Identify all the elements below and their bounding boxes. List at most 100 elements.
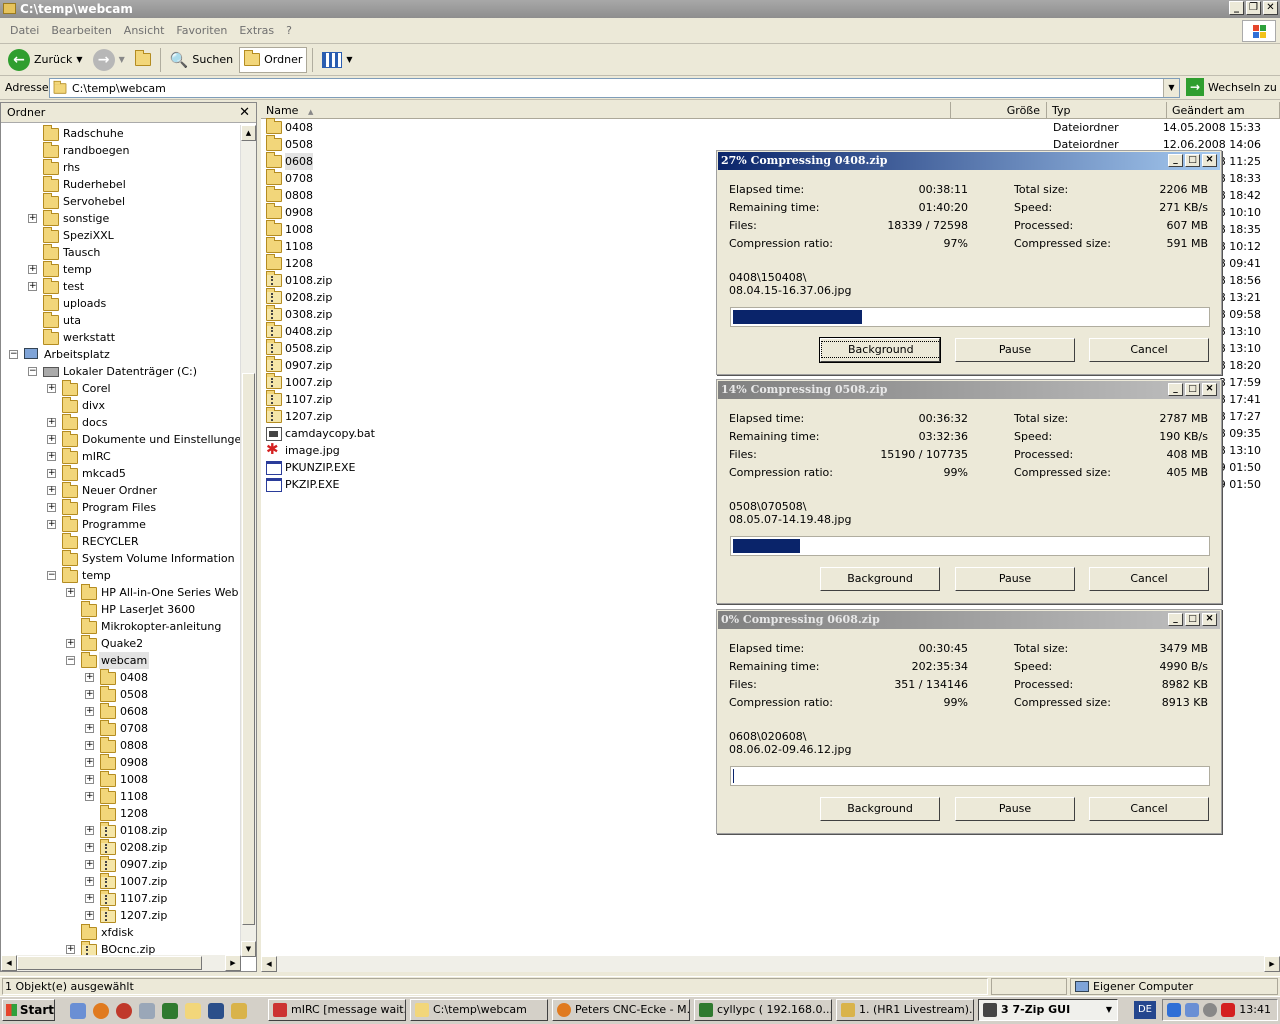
file-row[interactable]: 0408 bbox=[266, 118, 313, 136]
expand-icon[interactable]: + bbox=[85, 724, 94, 733]
tree-item-arbeitsplatz[interactable]: − Arbeitsplatz bbox=[1, 346, 241, 363]
firefox-icon[interactable] bbox=[93, 1003, 109, 1019]
tree-item-tausch[interactable]: Tausch bbox=[1, 244, 241, 261]
tree-item-randboegen[interactable]: randboegen bbox=[1, 142, 241, 159]
chevron-down-icon[interactable]: ▼ bbox=[76, 55, 82, 64]
tree-item-1007-zip[interactable]: +1007.zip bbox=[1, 873, 241, 890]
maximize-button[interactable]: □ bbox=[1185, 154, 1200, 167]
expand-icon[interactable]: + bbox=[28, 282, 37, 291]
expand-icon[interactable]: + bbox=[66, 588, 75, 597]
terminal-icon[interactable] bbox=[162, 1003, 178, 1019]
file-row[interactable]: 1107.zip bbox=[266, 390, 332, 408]
restore-button[interactable]: ❐ bbox=[1246, 1, 1261, 15]
expand-icon[interactable]: + bbox=[28, 214, 37, 223]
menu-datei[interactable]: Datei bbox=[4, 24, 45, 37]
tree-item-uta[interactable]: uta bbox=[1, 312, 241, 329]
tree-item-radschuhe[interactable]: Radschuhe bbox=[1, 125, 241, 142]
tree-item-hp-all-in-one-series-web-rel[interactable]: + HP All-in-One Series Web Rel bbox=[1, 584, 241, 601]
tool-icon[interactable] bbox=[231, 1003, 247, 1019]
pause-button[interactable]: Pause bbox=[955, 338, 1075, 362]
expand-icon[interactable]: + bbox=[47, 503, 56, 512]
maximize-button[interactable]: □ bbox=[1185, 613, 1200, 626]
file-row[interactable]: 0708 bbox=[266, 169, 313, 187]
expand-icon[interactable]: + bbox=[85, 741, 94, 750]
scroll-left-arrow[interactable]: ◀ bbox=[261, 956, 277, 972]
expand-icon[interactable]: + bbox=[47, 520, 56, 529]
file-row[interactable]: 0208.zip bbox=[266, 288, 332, 306]
menu-ansicht[interactable]: Ansicht bbox=[118, 24, 171, 37]
expand-icon[interactable]: + bbox=[47, 452, 56, 461]
desktop-icon[interactable] bbox=[70, 1003, 86, 1019]
file-row[interactable]: 0508 bbox=[266, 135, 313, 153]
tree-item-test[interactable]: + test bbox=[1, 278, 241, 295]
file-row[interactable]: PKZIP.EXE bbox=[266, 476, 339, 493]
file-row[interactable]: 0608 bbox=[266, 152, 313, 170]
background-button[interactable]: Background bbox=[820, 567, 940, 591]
tree-item-ruderhebel[interactable]: Ruderhebel bbox=[1, 176, 241, 193]
close-icon[interactable]: ✕ bbox=[239, 103, 250, 123]
scroll-right-arrow[interactable]: ▶ bbox=[1264, 956, 1280, 972]
expand-icon[interactable]: + bbox=[85, 775, 94, 784]
task-livestream[interactable]: 1. (HR1 Livestream)... bbox=[836, 999, 974, 1021]
expand-icon[interactable]: + bbox=[85, 877, 94, 886]
close-button[interactable]: ✕ bbox=[1202, 154, 1217, 167]
pause-button[interactable]: Pause bbox=[955, 567, 1075, 591]
column-header-modified[interactable]: Geändert am bbox=[1167, 102, 1280, 119]
file-row[interactable]: 1207.zip bbox=[266, 407, 332, 425]
file-row[interactable]: 1108 bbox=[266, 237, 313, 255]
maximize-button[interactable]: □ bbox=[1185, 383, 1200, 396]
tree-item-temp[interactable]: − temp bbox=[1, 567, 241, 584]
minimize-button[interactable]: _ bbox=[1168, 154, 1183, 167]
dialog-title-bar[interactable]: 27% Compressing 0408.zip _ □ ✕ bbox=[718, 152, 1220, 170]
tree-item-0608[interactable]: +0608 bbox=[1, 703, 241, 720]
expand-icon[interactable]: + bbox=[47, 418, 56, 427]
forward-button[interactable]: → ▼ bbox=[89, 47, 129, 73]
chevron-down-icon[interactable]: ▼ bbox=[119, 55, 125, 64]
expand-icon[interactable]: + bbox=[85, 911, 94, 920]
compress-dialog[interactable]: 27% Compressing 0408.zip _ □ ✕ Elapsed t… bbox=[716, 150, 1222, 375]
tree-item-0408[interactable]: +0408 bbox=[1, 669, 241, 686]
tree-item-uploads[interactable]: uploads bbox=[1, 295, 241, 312]
expand-icon[interactable]: + bbox=[66, 945, 75, 954]
file-row[interactable]: camdaycopy.bat bbox=[266, 425, 375, 442]
tree-item-0208-zip[interactable]: +0208.zip bbox=[1, 839, 241, 856]
pause-button[interactable]: Pause bbox=[955, 797, 1075, 821]
scroll-thumb[interactable] bbox=[17, 956, 202, 970]
scroll-right-arrow[interactable]: ▶ bbox=[225, 955, 241, 971]
expand-icon[interactable]: + bbox=[85, 826, 94, 835]
expand-icon[interactable]: + bbox=[28, 265, 37, 274]
views-button[interactable]: ▼ bbox=[318, 47, 356, 73]
tray-volume-icon[interactable] bbox=[1203, 1003, 1217, 1017]
tree-item-webcam[interactable]: − webcam bbox=[1, 652, 241, 669]
browser-icon[interactable] bbox=[116, 1003, 132, 1019]
tree-horizontal-scrollbar[interactable]: ◀ ▶ bbox=[1, 955, 241, 971]
tree-item-corel[interactable]: + Corel bbox=[1, 380, 241, 397]
tree-item-dokumente-und-einstellungen[interactable]: + Dokumente und Einstellungen bbox=[1, 431, 241, 448]
collapse-icon[interactable]: − bbox=[47, 571, 56, 580]
tree-item-docs[interactable]: + docs bbox=[1, 414, 241, 431]
column-header-name[interactable]: Name ▲ bbox=[261, 102, 951, 119]
up-folder-button[interactable] bbox=[131, 47, 155, 73]
tree-item-1208[interactable]: 1208 bbox=[1, 805, 241, 822]
address-dropdown-button[interactable]: ▼ bbox=[1163, 79, 1179, 97]
expand-icon[interactable]: + bbox=[85, 707, 94, 716]
minimize-button[interactable]: _ bbox=[1229, 1, 1244, 15]
expand-icon[interactable]: + bbox=[47, 469, 56, 478]
file-row[interactable]: 0907.zip bbox=[266, 356, 332, 374]
start-button[interactable]: Start bbox=[2, 999, 55, 1021]
folders-button[interactable]: Ordner bbox=[239, 46, 308, 73]
go-button[interactable]: → Wechseln zu bbox=[1186, 78, 1277, 96]
tree-item-rhs[interactable]: rhs bbox=[1, 159, 241, 176]
tree-item-0907-zip[interactable]: +0907.zip bbox=[1, 856, 241, 873]
tray-app-icon[interactable] bbox=[1167, 1003, 1181, 1017]
document-icon[interactable] bbox=[139, 1003, 155, 1019]
task-7zip-group[interactable]: 3 7-Zip GUI ▼ bbox=[978, 999, 1118, 1021]
menu-extras[interactable]: Extras bbox=[233, 24, 280, 37]
menu-help[interactable]: ? bbox=[280, 24, 298, 37]
scroll-thumb[interactable] bbox=[242, 373, 255, 925]
scroll-left-arrow[interactable]: ◀ bbox=[1, 955, 17, 971]
file-row[interactable]: PKUNZIP.EXE bbox=[266, 459, 355, 476]
window-title-bar[interactable]: C:\temp\webcam _ ❐ ✕ bbox=[0, 0, 1280, 18]
expand-icon[interactable]: + bbox=[85, 843, 94, 852]
cancel-button[interactable]: Cancel bbox=[1089, 567, 1209, 591]
